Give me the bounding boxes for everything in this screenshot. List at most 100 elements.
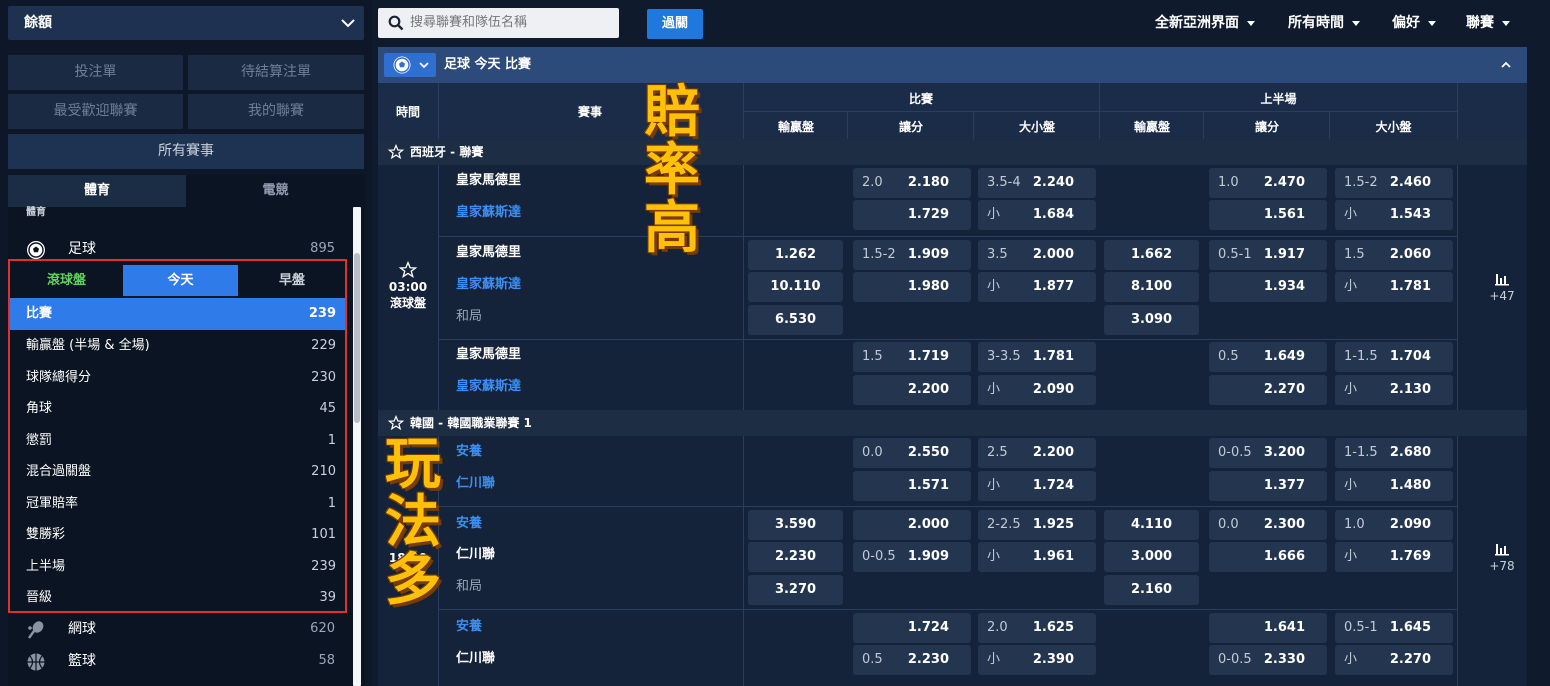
search-input[interactable]: 搜尋聯賽和隊伍名稱: [378, 8, 619, 38]
sport-item-tennis[interactable]: 網球 620: [8, 613, 353, 645]
odds-button[interactable]: 1.262: [748, 240, 843, 270]
odds-button[interactable]: 4.110: [1104, 510, 1199, 540]
odds-button[interactable]: 0-0.5 1.909: [853, 542, 971, 572]
odds-button[interactable]: 1.729: [853, 200, 971, 230]
parlay-filter-button[interactable]: 過關: [647, 9, 703, 39]
balance-dropdown[interactable]: 餘額: [8, 6, 364, 40]
favorite-star-icon[interactable]: [399, 261, 417, 279]
home-team[interactable]: 安養: [456, 441, 482, 463]
odds-button[interactable]: 1.377: [1209, 471, 1327, 501]
away-team[interactable]: 仁川聯: [456, 648, 495, 670]
home-team[interactable]: 皇家馬德里: [456, 344, 521, 366]
odds-button[interactable]: 2.5 2.200: [978, 438, 1096, 468]
sport-item-basketball[interactable]: 籃球 58: [8, 645, 353, 677]
odds-button[interactable]: 3.5-4 2.240: [978, 168, 1096, 198]
more-markets-button[interactable]: +47: [1479, 271, 1525, 304]
league-header[interactable]: 韓國 - 韓國職業聯賽 1: [378, 410, 1527, 436]
odds-button[interactable]: 1.5 2.060: [1335, 240, 1453, 270]
odds-button[interactable]: 0.5-1 1.645: [1335, 613, 1453, 643]
odds-button[interactable]: 1.5-2 1.909: [853, 240, 971, 270]
odds-button[interactable]: 0.0 2.550: [853, 438, 971, 468]
home-team[interactable]: 皇家馬德里: [456, 170, 521, 192]
odds-button[interactable]: 小 1.543: [1335, 200, 1453, 230]
odds-button[interactable]: 0.5 2.230: [853, 645, 971, 675]
odds-button[interactable]: 小 1.724: [978, 471, 1096, 501]
odds-button[interactable]: 8.100: [1104, 272, 1199, 302]
odds-button[interactable]: 小 1.769: [1335, 542, 1453, 572]
my-leagues-button[interactable]: 我的聯賽: [188, 94, 364, 129]
promo-char: 法: [385, 490, 441, 555]
odds-button[interactable]: 3.5 2.000: [978, 240, 1096, 270]
home-team[interactable]: 安養: [456, 513, 482, 535]
star-icon[interactable]: [388, 415, 404, 431]
odds-button[interactable]: 2.270: [1209, 375, 1327, 405]
odds-button[interactable]: 2.160: [1104, 575, 1199, 605]
menu-leagues[interactable]: 聯賽: [1466, 14, 1510, 32]
odds-button[interactable]: 2.230: [748, 542, 843, 572]
odds-button[interactable]: 1-1.5 2.680: [1335, 438, 1453, 468]
odds-button[interactable]: 2.0 2.180: [853, 168, 971, 198]
sidebar-scrollbar[interactable]: [353, 207, 361, 686]
odds-button[interactable]: 2.000: [853, 510, 971, 540]
odds-button[interactable]: 小 1.480: [1335, 471, 1453, 501]
odds-button[interactable]: 1.0 2.090: [1335, 510, 1453, 540]
odds-button[interactable]: 1-1.5 1.704: [1335, 342, 1453, 372]
odds-button[interactable]: 小 1.961: [978, 542, 1096, 572]
odds-button[interactable]: 10.110: [748, 272, 843, 302]
home-team[interactable]: 皇家馬德里: [456, 242, 521, 264]
odds-button[interactable]: 小 1.684: [978, 200, 1096, 230]
odds-button[interactable]: 0-0.5 2.330: [1209, 645, 1327, 675]
home-team[interactable]: 安養: [456, 616, 482, 638]
odds-button[interactable]: 2.200: [853, 375, 971, 405]
odds-button[interactable]: 1.980: [853, 272, 971, 302]
odds-button[interactable]: 1.641: [1209, 613, 1327, 643]
more-markets-button[interactable]: +78: [1479, 541, 1525, 574]
odds-button[interactable]: 小 2.390: [978, 645, 1096, 675]
odds-button[interactable]: 1.5 1.719: [853, 342, 971, 372]
away-team[interactable]: 仁川聯: [456, 473, 495, 495]
all-events-button[interactable]: 所有賽事: [8, 134, 364, 169]
odds-button[interactable]: 0-0.5 3.200: [1209, 438, 1327, 468]
odds-button[interactable]: 1.662: [1104, 240, 1199, 270]
odds-button[interactable]: 3.270: [748, 575, 843, 605]
odds-button[interactable]: 3.000: [1104, 542, 1199, 572]
league-header[interactable]: 西班牙 - 聯賽: [378, 139, 1527, 165]
odds-button[interactable]: 2.0 1.625: [978, 613, 1096, 643]
odds-button[interactable]: 2-2.5 1.925: [978, 510, 1096, 540]
odds-button[interactable]: 1.0 2.470: [1209, 168, 1327, 198]
betslip-button[interactable]: 投注單: [8, 55, 183, 90]
odds-button[interactable]: 1.666: [1209, 542, 1327, 572]
menu-new-asian-ui[interactable]: 全新亞洲界面: [1155, 14, 1255, 32]
odds-button[interactable]: 0.0 2.300: [1209, 510, 1327, 540]
away-team[interactable]: 皇家蘇斯達: [456, 274, 521, 296]
odds-button[interactable]: 3.590: [748, 510, 843, 540]
odds-button[interactable]: 1.724: [853, 613, 971, 643]
menu-all-times[interactable]: 所有時間: [1288, 14, 1360, 32]
odds-button[interactable]: 3-3.5 1.781: [978, 342, 1096, 372]
odds-value: 2.550: [907, 445, 949, 460]
star-icon[interactable]: [388, 144, 404, 160]
odds-button[interactable]: 小 2.130: [1335, 375, 1453, 405]
away-team[interactable]: 皇家蘇斯達: [456, 202, 521, 224]
menu-preferences[interactable]: 偏好: [1392, 14, 1436, 32]
away-team[interactable]: 皇家蘇斯達: [456, 376, 521, 398]
odds-button[interactable]: 0.5 1.649: [1209, 342, 1327, 372]
odds-button[interactable]: 小 1.877: [978, 272, 1096, 302]
sport-selector[interactable]: [384, 53, 436, 77]
popular-leagues-button[interactable]: 最受歡迎聯賽: [8, 94, 183, 129]
odds-button[interactable]: 1.5-2 2.460: [1335, 168, 1453, 198]
tab-esports[interactable]: 電競: [186, 175, 365, 207]
collapse-icon[interactable]: [1499, 58, 1513, 72]
odds-button[interactable]: 1.934: [1209, 272, 1327, 302]
away-team[interactable]: 仁川聯: [456, 544, 495, 566]
odds-button[interactable]: 6.530: [748, 305, 843, 335]
odds-button[interactable]: 小 2.090: [978, 375, 1096, 405]
scrollbar-thumb[interactable]: [354, 253, 360, 423]
odds-button[interactable]: 小 1.781: [1335, 272, 1453, 302]
pending-bets-button[interactable]: 待結算注單: [188, 55, 364, 90]
odds-button[interactable]: 1.571: [853, 471, 971, 501]
odds-button[interactable]: 0.5-1 1.917: [1209, 240, 1327, 270]
odds-button[interactable]: 小 2.270: [1335, 645, 1453, 675]
odds-button[interactable]: 3.090: [1104, 305, 1199, 335]
odds-button[interactable]: 1.561: [1209, 200, 1327, 230]
